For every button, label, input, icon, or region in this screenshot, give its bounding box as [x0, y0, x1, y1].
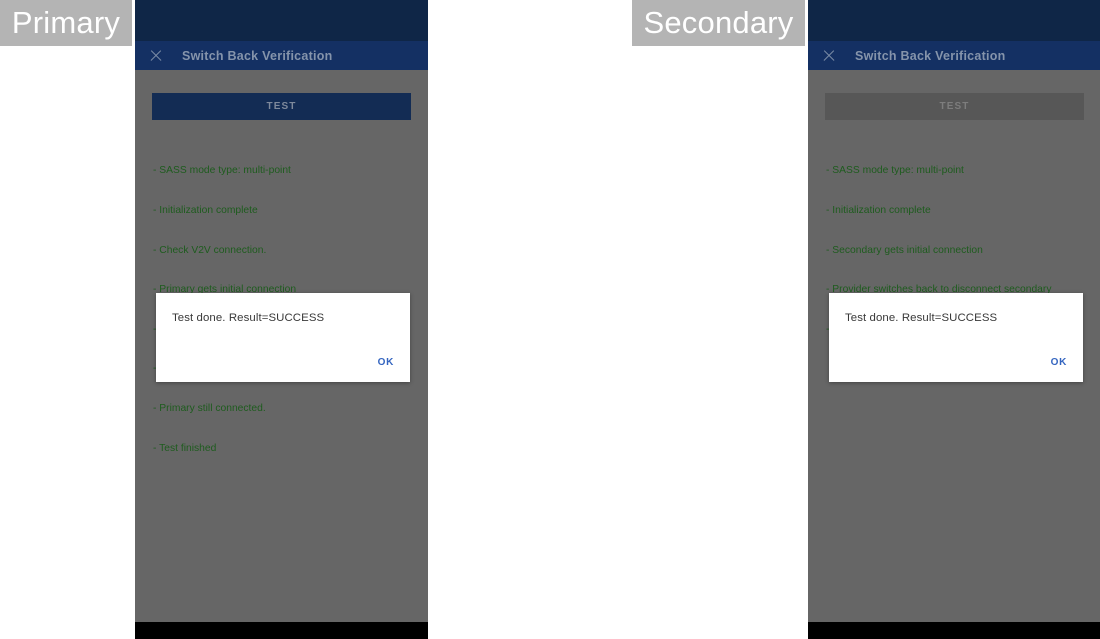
log-line: - Secondary gets initial connection — [826, 244, 983, 256]
log-line: - Check V2V connection. — [153, 244, 267, 256]
log-line: - Primary still connected. — [153, 403, 266, 415]
app-content-secondary: TEST - SASS mode type: multi-point - Ini… — [808, 70, 1100, 639]
device-screen-secondary: Switch Back Verification TEST - SASS mod… — [808, 0, 1100, 639]
system-nav-bar-secondary — [808, 622, 1100, 639]
dialog-ok-button[interactable]: OK — [1051, 357, 1067, 368]
dialog-message: Test done. Result=SUCCESS — [172, 312, 325, 324]
close-icon[interactable] — [822, 49, 836, 63]
app-content-primary: TEST - SASS mode type: multi-point - Ini… — [135, 70, 428, 639]
dialog-ok-button[interactable]: OK — [378, 357, 394, 368]
log-line: - Initialization complete — [826, 205, 931, 217]
system-nav-bar-primary — [135, 622, 428, 639]
log-line: - SASS mode type: multi-point — [153, 165, 291, 177]
app-title-secondary: Switch Back Verification — [855, 48, 1006, 63]
test-button-secondary: TEST — [825, 93, 1084, 120]
result-dialog-secondary: Test done. Result=SUCCESS OK — [829, 293, 1083, 382]
status-bar-secondary — [808, 0, 1100, 41]
log-line: - SASS mode type: multi-point — [826, 165, 964, 177]
dialog-message: Test done. Result=SUCCESS — [845, 312, 998, 324]
result-dialog-primary: Test done. Result=SUCCESS OK — [156, 293, 410, 382]
app-title-bar-secondary: Switch Back Verification — [808, 41, 1100, 70]
test-button-primary[interactable]: TEST — [152, 93, 411, 120]
log-line: - Test finished — [153, 442, 217, 454]
role-badge-secondary: Secondary — [632, 0, 805, 46]
device-screen-primary: Switch Back Verification TEST - SASS mod… — [135, 0, 428, 639]
log-line: - Initialization complete — [153, 205, 258, 217]
app-title-bar-primary: Switch Back Verification — [135, 41, 428, 70]
role-badge-primary: Primary — [0, 0, 132, 46]
close-icon[interactable] — [149, 49, 163, 63]
status-bar-primary — [135, 0, 428, 41]
app-title-primary: Switch Back Verification — [182, 48, 333, 63]
